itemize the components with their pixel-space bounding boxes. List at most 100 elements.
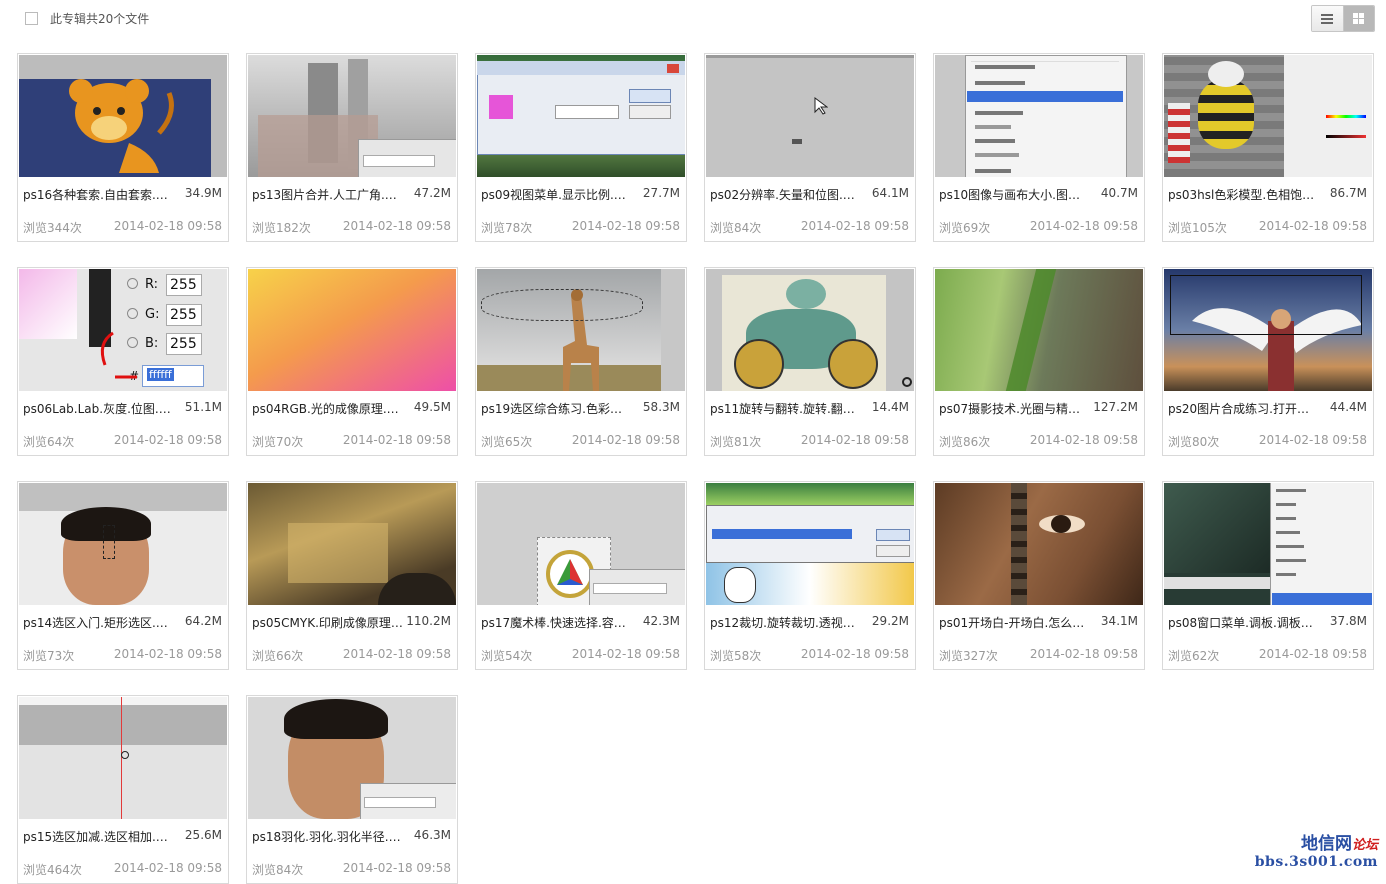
upload-date: 2014-02-18 09:58 <box>114 219 222 233</box>
file-name-link[interactable]: ps11旋转与翻转.旋转.翻转... <box>710 400 862 417</box>
file-card[interactable]: ps16各种套索.自由套索.磁... 34.9M 浏览344次 2014-02-18 … <box>17 53 229 242</box>
file-name-link[interactable]: ps06Lab.Lab.灰度.位图.色... <box>23 400 175 417</box>
upload-date: 2014-02-18 09:58 <box>572 433 680 447</box>
upload-date: 2014-02-18 09:58 <box>1030 219 1138 233</box>
file-name-link[interactable]: ps05CMYK.印刷成像原理.... <box>252 614 404 631</box>
file-card[interactable]: ps20图片合成练习.打开思...44.4M浏览80次2014-02-18 09… <box>1162 267 1374 456</box>
upload-date: 2014-02-18 09:58 <box>801 433 909 447</box>
view-count: 浏览84次 <box>710 219 761 236</box>
file-name-link[interactable]: ps16各种套索.自由套索.磁... <box>23 186 175 203</box>
file-size: 127.2M <box>1093 400 1138 414</box>
grid-view-button[interactable] <box>1343 6 1375 31</box>
file-thumbnail[interactable] <box>19 483 227 605</box>
file-name-link[interactable]: ps13图片合并.人工广角.图... <box>252 186 404 203</box>
file-size: 34.9M <box>185 186 222 200</box>
file-card[interactable]: ps10图像与画布大小.图像...40.7M浏览69次2014-02-18 09… <box>933 53 1145 242</box>
file-card[interactable]: ps13图片合并.人工广角.图...47.2M浏览182次2014-02-18 … <box>246 53 458 242</box>
file-thumbnail[interactable] <box>1164 55 1372 177</box>
file-size: 44.4M <box>1330 400 1367 414</box>
file-card[interactable]: ps17魔术棒.快速选择.容差...42.3M浏览54次2014-02-18 0… <box>475 481 687 670</box>
file-thumbnail[interactable]: R: 255 G: 255 B: 255 # ffffff <box>19 269 227 391</box>
file-thumbnail[interactable] <box>1164 483 1372 605</box>
file-name-link[interactable]: ps17魔术棒.快速选择.容差... <box>481 614 633 631</box>
file-name-link[interactable]: ps01开场白-开场白.怎么学... <box>939 614 1091 631</box>
file-size: 46.3M <box>414 828 451 842</box>
view-count: 浏览344次 <box>23 219 82 236</box>
file-thumbnail[interactable] <box>19 697 227 819</box>
file-size: 29.2M <box>872 614 909 628</box>
file-card[interactable]: ps03hsl色彩模型.色相饱和...86.7M浏览105次2014-02-18… <box>1162 53 1374 242</box>
file-size: 58.3M <box>643 400 680 414</box>
file-card[interactable]: ps15选区加减.选区相加.选...25.6M浏览464次2014-02-18 … <box>17 695 229 884</box>
list-view-button[interactable] <box>1312 6 1343 31</box>
file-thumbnail[interactable] <box>248 697 456 819</box>
file-size: 14.4M <box>872 400 909 414</box>
file-card[interactable]: ps14选区入门.矩形选区.椭... 64.2M 浏览73次 2014-02-18 0… <box>17 481 229 670</box>
file-thumbnail[interactable] <box>1164 269 1372 391</box>
select-all-checkbox[interactable] <box>25 12 38 25</box>
file-name-link[interactable]: ps19选区综合练习.色彩范... <box>481 400 633 417</box>
file-thumbnail[interactable] <box>706 269 914 391</box>
upload-date: 2014-02-18 09:58 <box>343 433 451 447</box>
file-name-link[interactable]: ps18羽化.羽化.羽化半径.选... <box>252 828 404 845</box>
file-size: 64.2M <box>185 614 222 628</box>
file-name-link[interactable]: ps10图像与画布大小.图像... <box>939 186 1091 203</box>
upload-date: 2014-02-18 09:58 <box>114 647 222 661</box>
file-card[interactable]: ps12裁切.旋转裁切.透视裁... 29.2M 浏览58次 2014-02-18 0… <box>704 481 916 670</box>
file-thumbnail[interactable] <box>248 483 456 605</box>
view-count: 浏览78次 <box>481 219 532 236</box>
file-thumbnail[interactable] <box>477 269 685 391</box>
file-name-link[interactable]: ps14选区入门.矩形选区.椭... <box>23 614 175 631</box>
view-count: 浏览58次 <box>710 647 761 664</box>
file-name-link[interactable]: ps02分辨率.矢量和位图.像... <box>710 186 862 203</box>
file-thumbnail[interactable] <box>477 55 685 177</box>
upload-date: 2014-02-18 09:58 <box>114 861 222 875</box>
view-count: 浏览86次 <box>939 433 990 450</box>
file-name-link[interactable]: ps04RGB.光的成像原理.红... <box>252 400 404 417</box>
upload-date: 2014-02-18 09:58 <box>1259 647 1367 661</box>
view-count: 浏览69次 <box>939 219 990 236</box>
upload-date: 2014-02-18 09:58 <box>572 647 680 661</box>
file-card[interactable]: ps11旋转与翻转.旋转.翻转...14.4M浏览81次2014-02-18 0… <box>704 267 916 456</box>
file-card[interactable]: ps04RGB.光的成像原理.红...49.5M浏览70次2014-02-18 … <box>246 267 458 456</box>
file-name-link[interactable]: ps08窗口菜单.调板.调板井... <box>1168 614 1320 631</box>
file-card[interactable]: ps08窗口菜单.调板.调板井...37.8M浏览62次2014-02-18 0… <box>1162 481 1374 670</box>
file-card[interactable]: ps09视图菜单.显示比例.放...27.7M浏览78次2014-02-18 0… <box>475 53 687 242</box>
upload-date: 2014-02-18 09:58 <box>1030 433 1138 447</box>
file-name-link[interactable]: ps20图片合成练习.打开思... <box>1168 400 1320 417</box>
file-count-label: 此专辑共20个文件 <box>50 10 149 27</box>
file-name-link[interactable]: ps09视图菜单.显示比例.放... <box>481 186 633 203</box>
file-thumbnail[interactable] <box>935 483 1143 605</box>
file-card[interactable]: ps07摄影技术.光圈与精神...127.2M 浏览86次 2014-02-18 0… <box>933 267 1145 456</box>
view-count: 浏览54次 <box>481 647 532 664</box>
file-card[interactable]: ps02分辨率.矢量和位图.像...64.1M浏览84次2014-02-18 0… <box>704 53 916 242</box>
upload-date: 2014-02-18 09:58 <box>801 647 909 661</box>
file-size: 51.1M <box>185 400 222 414</box>
view-count: 浏览66次 <box>252 647 303 664</box>
file-thumbnail[interactable] <box>19 55 227 177</box>
file-name-link[interactable]: ps03hsl色彩模型.色相饱和... <box>1168 186 1320 203</box>
file-name-link[interactable]: ps12裁切.旋转裁切.透视裁... <box>710 614 862 631</box>
file-card[interactable]: R: 255 G: 255 B: 255 # ffffff ps06Lab.La… <box>17 267 229 456</box>
file-card[interactable]: ps01开场白-开场白.怎么学...34.1M浏览327次2014-02-18 … <box>933 481 1145 670</box>
file-name-link[interactable]: ps07摄影技术.光圈与精神... <box>939 400 1091 417</box>
view-count: 浏览73次 <box>23 647 74 664</box>
file-size: 49.5M <box>414 400 451 414</box>
file-thumbnail[interactable] <box>248 55 456 177</box>
file-card[interactable]: ps19选区综合练习.色彩范...58.3M浏览65次2014-02-18 09… <box>475 267 687 456</box>
file-thumbnail[interactable] <box>706 55 914 177</box>
file-name-link[interactable]: ps15选区加减.选区相加.选... <box>23 828 175 845</box>
upload-date: 2014-02-18 09:58 <box>343 219 451 233</box>
file-thumbnail[interactable] <box>248 269 456 391</box>
file-thumbnail[interactable] <box>477 483 685 605</box>
file-card[interactable]: ps18羽化.羽化.羽化半径.选...46.3M浏览84次2014-02-18 … <box>246 695 458 884</box>
file-card[interactable]: ps05CMYK.印刷成像原理....110.2M浏览66次2014-02-18… <box>246 481 458 670</box>
view-count: 浏览64次 <box>23 433 74 450</box>
view-count: 浏览105次 <box>1168 219 1227 236</box>
forum-watermark: 地信网论坛 bbs.3s001.com <box>1255 829 1378 870</box>
file-thumbnail[interactable] <box>935 269 1143 391</box>
view-count: 浏览327次 <box>939 647 998 664</box>
file-thumbnail[interactable] <box>935 55 1143 177</box>
file-thumbnail[interactable] <box>706 483 914 605</box>
file-size: 25.6M <box>185 828 222 842</box>
